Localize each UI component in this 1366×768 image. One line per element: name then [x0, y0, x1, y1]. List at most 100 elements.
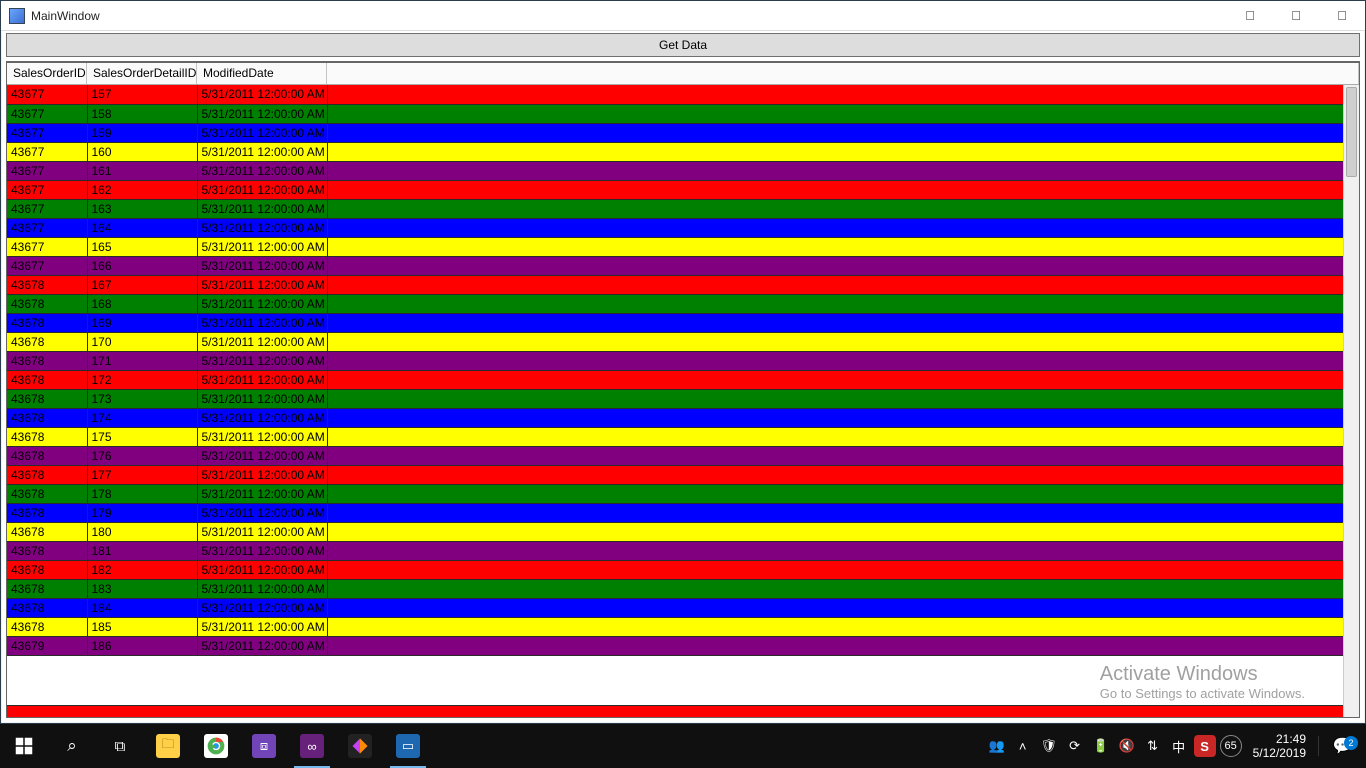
- table-cell[interactable]: 5/31/2011 12:00:00 AM: [197, 522, 327, 541]
- scrollbar-thumb[interactable]: [1346, 87, 1357, 177]
- table-cell[interactable]: 43678: [7, 579, 87, 598]
- column-header[interactable]: SalesOrderID: [7, 63, 87, 84]
- volume-mute-icon[interactable]: 🔇: [1115, 724, 1139, 768]
- table-cell[interactable]: 43678: [7, 351, 87, 370]
- table-row[interactable]: 436781775/31/2011 12:00:00 AM: [7, 465, 1343, 484]
- table-row[interactable]: 436771635/31/2011 12:00:00 AM: [7, 199, 1343, 218]
- column-header[interactable]: ModifiedDate: [197, 63, 327, 84]
- grid-body[interactable]: 436771575/31/2011 12:00:00 AM436771585/3…: [7, 85, 1343, 717]
- table-cell[interactable]: 163: [87, 199, 197, 218]
- table-row[interactable]: 436781815/31/2011 12:00:00 AM: [7, 541, 1343, 560]
- table-cell[interactable]: 170: [87, 332, 197, 351]
- table-row[interactable]: 436781755/31/2011 12:00:00 AM: [7, 427, 1343, 446]
- table-cell[interactable]: 5/31/2011 12:00:00 AM: [197, 294, 327, 313]
- battery-icon[interactable]: 🔋: [1089, 724, 1113, 768]
- table-row[interactable]: 436781685/31/2011 12:00:00 AM: [7, 294, 1343, 313]
- table-row[interactable]: 436781695/31/2011 12:00:00 AM: [7, 313, 1343, 332]
- start-button[interactable]: [0, 724, 48, 768]
- table-cell[interactable]: 5/31/2011 12:00:00 AM: [197, 427, 327, 446]
- table-cell[interactable]: 43678: [7, 389, 87, 408]
- table-cell[interactable]: 5/31/2011 12:00:00 AM: [197, 332, 327, 351]
- table-cell[interactable]: 43679: [7, 636, 87, 655]
- table-row[interactable]: 436771665/31/2011 12:00:00 AM: [7, 256, 1343, 275]
- table-row[interactable]: 436781765/31/2011 12:00:00 AM: [7, 446, 1343, 465]
- table-row[interactable]: 436771605/31/2011 12:00:00 AM: [7, 142, 1343, 161]
- table-cell[interactable]: 5/31/2011 12:00:00 AM: [197, 256, 327, 275]
- table-row[interactable]: 436791865/31/2011 12:00:00 AM: [7, 636, 1343, 655]
- table-cell[interactable]: 5/31/2011 12:00:00 AM: [197, 104, 327, 123]
- table-row[interactable]: 436781745/31/2011 12:00:00 AM: [7, 408, 1343, 427]
- table-row[interactable]: 436781725/31/2011 12:00:00 AM: [7, 370, 1343, 389]
- table-row[interactable]: 436771595/31/2011 12:00:00 AM: [7, 123, 1343, 142]
- table-row[interactable]: 436781835/31/2011 12:00:00 AM: [7, 579, 1343, 598]
- table-cell[interactable]: 43678: [7, 275, 87, 294]
- table-cell[interactable]: 5/31/2011 12:00:00 AM: [197, 180, 327, 199]
- table-cell[interactable]: 185: [87, 617, 197, 636]
- table-row[interactable]: 436771585/31/2011 12:00:00 AM: [7, 104, 1343, 123]
- table-cell[interactable]: 5/31/2011 12:00:00 AM: [197, 313, 327, 332]
- table-cell[interactable]: 43678: [7, 427, 87, 446]
- table-cell[interactable]: 43678: [7, 313, 87, 332]
- table-cell[interactable]: 5/31/2011 12:00:00 AM: [197, 541, 327, 560]
- table-cell[interactable]: 5/31/2011 12:00:00 AM: [197, 199, 327, 218]
- maximize-button[interactable]: : [1273, 1, 1319, 30]
- table-cell[interactable]: 179: [87, 503, 197, 522]
- table-cell[interactable]: 43678: [7, 294, 87, 313]
- table-cell[interactable]: 5/31/2011 12:00:00 AM: [197, 408, 327, 427]
- table-cell[interactable]: 5/31/2011 12:00:00 AM: [197, 617, 327, 636]
- table-cell[interactable]: 5/31/2011 12:00:00 AM: [197, 370, 327, 389]
- close-button[interactable]: : [1319, 1, 1365, 30]
- table-cell[interactable]: 43678: [7, 503, 87, 522]
- table-cell[interactable]: 43678: [7, 370, 87, 389]
- table-cell[interactable]: 5/31/2011 12:00:00 AM: [197, 237, 327, 256]
- taskbar-app-chrome[interactable]: [192, 724, 240, 768]
- sync-icon[interactable]: ⟳: [1063, 724, 1087, 768]
- table-cell[interactable]: 5/31/2011 12:00:00 AM: [197, 560, 327, 579]
- table-cell[interactable]: 5/31/2011 12:00:00 AM: [197, 85, 327, 104]
- table-cell[interactable]: 43677: [7, 104, 87, 123]
- vertical-scrollbar[interactable]: [1343, 85, 1359, 717]
- table-cell[interactable]: 181: [87, 541, 197, 560]
- table-cell[interactable]: 159: [87, 123, 197, 142]
- table-cell[interactable]: 5/31/2011 12:00:00 AM: [197, 484, 327, 503]
- data-grid[interactable]: SalesOrderID SalesOrderDetailID Modified…: [6, 61, 1360, 718]
- table-cell[interactable]: 43678: [7, 465, 87, 484]
- table-cell[interactable]: 158: [87, 104, 197, 123]
- table-cell[interactable]: 5/31/2011 12:00:00 AM: [197, 275, 327, 294]
- table-cell[interactable]: 165: [87, 237, 197, 256]
- table-cell[interactable]: 5/31/2011 12:00:00 AM: [197, 636, 327, 655]
- taskbar-app-mainwindow[interactable]: ▭: [384, 724, 432, 768]
- table-cell[interactable]: 184: [87, 598, 197, 617]
- table-row[interactable]: 436781825/31/2011 12:00:00 AM: [7, 560, 1343, 579]
- table-cell[interactable]: 43678: [7, 332, 87, 351]
- ime-icon[interactable]: 中: [1167, 724, 1191, 768]
- table-cell[interactable]: 43677: [7, 199, 87, 218]
- task-view-button[interactable]: ⧉: [96, 724, 144, 768]
- table-row[interactable]: 436771615/31/2011 12:00:00 AM: [7, 161, 1343, 180]
- table-cell[interactable]: 167: [87, 275, 197, 294]
- table-cell[interactable]: 176: [87, 446, 197, 465]
- table-cell[interactable]: 43677: [7, 85, 87, 104]
- table-row[interactable]: 436781855/31/2011 12:00:00 AM: [7, 617, 1343, 636]
- table-cell[interactable]: 186: [87, 636, 197, 655]
- table-cell[interactable]: 43678: [7, 560, 87, 579]
- table-row[interactable]: 436771645/31/2011 12:00:00 AM: [7, 218, 1343, 237]
- table-row[interactable]: 436781845/31/2011 12:00:00 AM: [7, 598, 1343, 617]
- taskbar-app-visualstudio[interactable]: ∞: [288, 724, 336, 768]
- table-cell[interactable]: 178: [87, 484, 197, 503]
- table-cell[interactable]: 43678: [7, 484, 87, 503]
- table-cell[interactable]: 43677: [7, 180, 87, 199]
- tray-overflow-icon[interactable]: ˄: [1011, 724, 1035, 768]
- table-cell[interactable]: 5/31/2011 12:00:00 AM: [197, 598, 327, 617]
- table-cell[interactable]: 5/31/2011 12:00:00 AM: [197, 446, 327, 465]
- sogou-icon[interactable]: S: [1193, 724, 1217, 768]
- table-cell[interactable]: 43677: [7, 256, 87, 275]
- minimize-button[interactable]: : [1227, 1, 1273, 30]
- table-cell[interactable]: 43678: [7, 541, 87, 560]
- table-cell[interactable]: 169: [87, 313, 197, 332]
- table-cell[interactable]: 5/31/2011 12:00:00 AM: [197, 465, 327, 484]
- table-row[interactable]: 436781785/31/2011 12:00:00 AM: [7, 484, 1343, 503]
- search-button[interactable]: ⌕: [48, 724, 96, 768]
- table-row[interactable]: 436781675/31/2011 12:00:00 AM: [7, 275, 1343, 294]
- shield-icon[interactable]: 🛡: [1037, 724, 1061, 768]
